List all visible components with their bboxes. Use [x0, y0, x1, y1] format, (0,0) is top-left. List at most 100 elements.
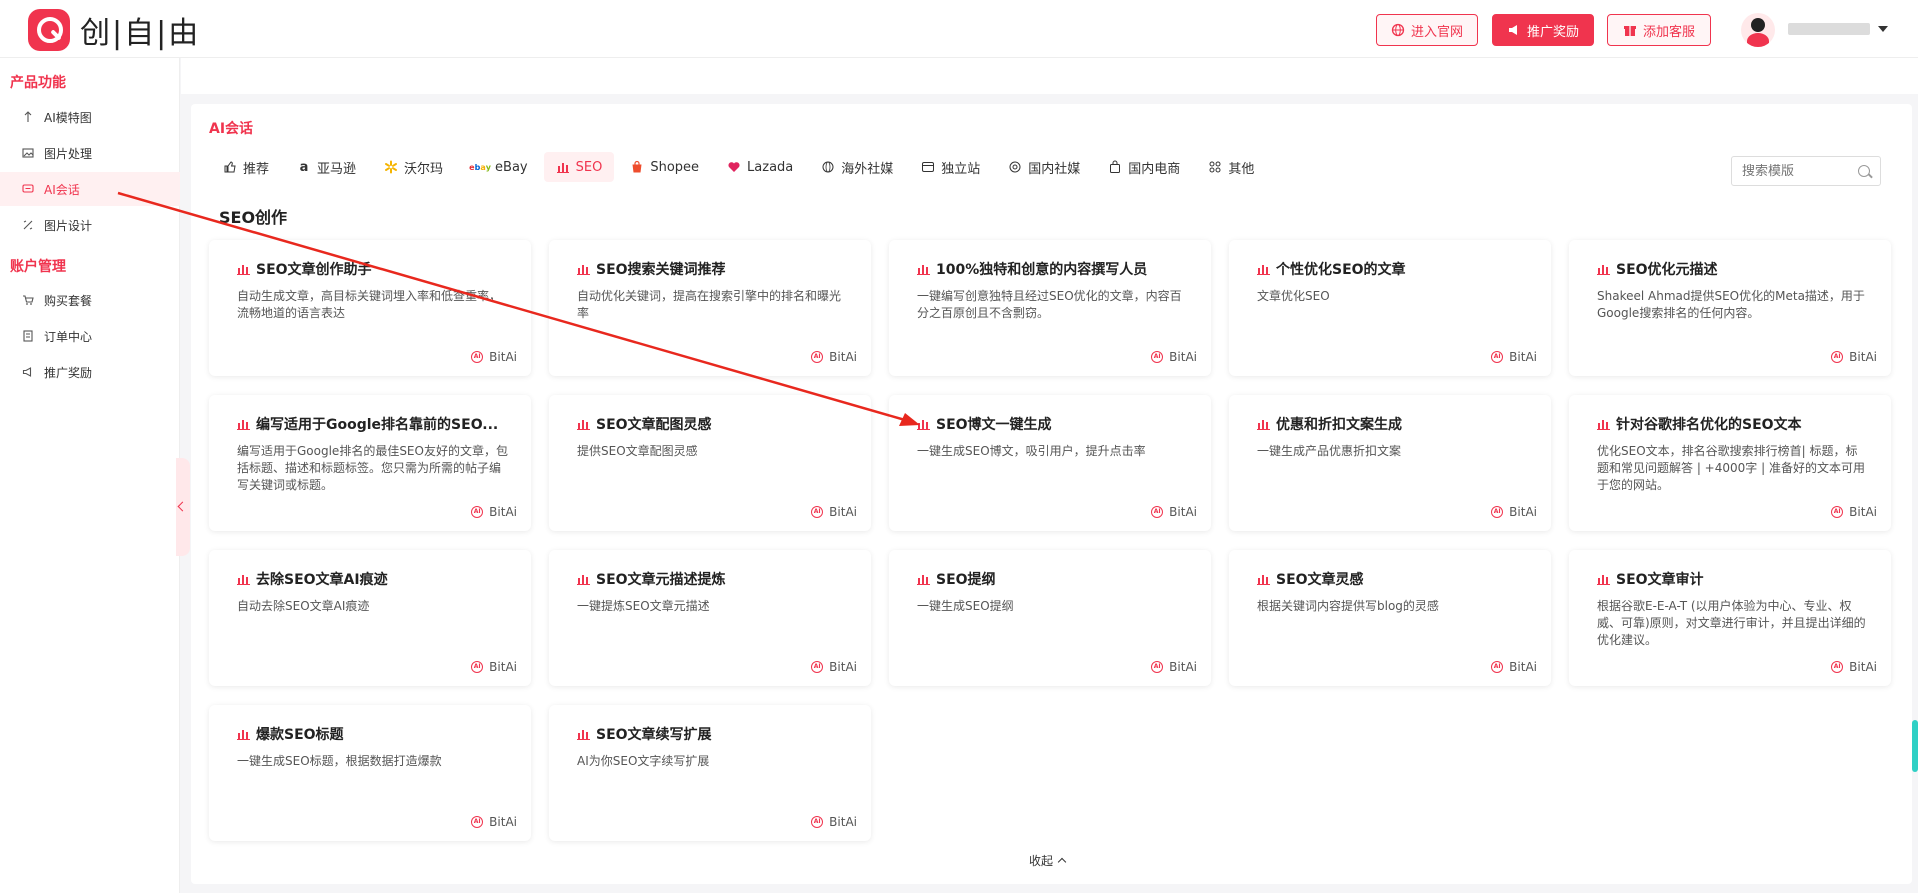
- tab-walmart[interactable]: 沃尔玛: [372, 152, 455, 182]
- tab-label: SEO: [575, 159, 603, 175]
- sidebar-item-ai-chat[interactable]: AI会话: [0, 172, 180, 206]
- card-title-text: SEO文章元描述提炼: [596, 572, 726, 588]
- card-brand: AI BitAi: [471, 505, 517, 519]
- template-card[interactable]: SEO搜索关键词推荐 自动优化关键词，提高在搜索引擎中的排名和曝光率 AI BitAi: [549, 240, 871, 376]
- sidebar-item-buy-plan[interactable]: 购买套餐: [0, 283, 180, 317]
- template-card[interactable]: 编写适用于Google排名靠前的SEO... 编写适用于Google排名的最佳SE…: [209, 395, 531, 531]
- section-title: AI会话: [209, 121, 254, 137]
- tab-seo[interactable]: SEO: [543, 152, 615, 182]
- card-title-text: SEO文章审计: [1616, 572, 1704, 588]
- template-card[interactable]: 优惠和折扣文案生成 一键生成产品优惠折扣文案 AI BitAi: [1229, 395, 1551, 531]
- avatar[interactable]: [1741, 13, 1775, 47]
- visit-website-button[interactable]: 进入官网: [1376, 14, 1478, 46]
- tab-lazada[interactable]: Lazada: [715, 152, 805, 182]
- tab-amazon[interactable]: a 亚马逊: [285, 152, 368, 182]
- sparkle-icon: [24, 111, 32, 122]
- card-title: 100%独特和创意的内容撰写人员: [917, 259, 1207, 279]
- card-title: 编写适用于Google排名靠前的SEO...: [237, 414, 527, 434]
- tab-label: Lazada: [747, 159, 794, 175]
- card-title: SEO搜索关键词推荐: [577, 259, 867, 279]
- card-brand-label: BitAi: [1849, 350, 1877, 364]
- username-redacted[interactable]: [1788, 23, 1870, 35]
- card-title: SEO文章创作助手: [237, 259, 527, 279]
- template-card[interactable]: SEO博文一键生成 一键生成SEO博文，吸引用户，提升点击率 AI BitAi: [889, 395, 1211, 531]
- search-icon[interactable]: [1858, 165, 1870, 177]
- chevron-up-icon: [1057, 857, 1067, 867]
- bar-chart-icon: [1257, 420, 1270, 430]
- sidebar-item-image-design[interactable]: 图片设计: [0, 208, 180, 242]
- promotion-reward-button[interactable]: 推广奖励: [1492, 14, 1594, 46]
- template-card[interactable]: 去除SEO文章AI痕迹 自动去除SEO文章AI痕迹 AI BitAi: [209, 550, 531, 686]
- bar-chart-icon: [1597, 265, 1610, 275]
- template-card[interactable]: SEO文章审计根据谷歌E-E-A-T (以用户体验为中心、专业、权威、可靠)原则…: [1569, 550, 1891, 686]
- template-card[interactable]: SEO文章灵感 根据关键词内容提供写blog的灵感 AI BitAi: [1229, 550, 1551, 686]
- card-title: 针对谷歌排名优化的SEO文本: [1597, 414, 1887, 434]
- ai-badge-icon: AI: [1151, 506, 1164, 518]
- tab-domestic-social[interactable]: 国内社媒: [996, 152, 1092, 182]
- tab-label: 海外社媒: [841, 161, 894, 177]
- sidebar-item-label: AI模特图: [44, 110, 92, 125]
- card-title: SEO优化元描述: [1597, 259, 1887, 279]
- add-support-button[interactable]: 添加客服: [1607, 14, 1711, 46]
- sidebar-group-account: 账户管理: [10, 259, 66, 275]
- sidebar-item-ai-model[interactable]: AI模特图: [0, 100, 180, 134]
- card-brand-label: BitAi: [489, 815, 517, 829]
- amazon-icon: a: [299, 159, 309, 175]
- tab-recommend[interactable]: 推荐: [211, 152, 281, 182]
- logo-text: 创|自|由: [80, 16, 201, 51]
- sidebar-item-label: 购买套餐: [44, 293, 93, 308]
- top-header: 创|自|由 进入官网 推广奖励 添加客服: [0, 0, 1918, 58]
- category-tabs: 推荐 a 亚马逊 沃尔玛 ebay eBay SEO Shopee Lazada: [211, 152, 1270, 182]
- template-card[interactable]: SEO文章创作助手 自动生成文章，高目标关键词埋入率和低查重率，流畅地道的语言表达…: [209, 240, 531, 376]
- collapse-button[interactable]: 收起: [1029, 852, 1067, 869]
- template-card[interactable]: SEO文章续写扩展 AI为你SEO文字续写扩展 AI BitAi: [549, 705, 871, 841]
- template-card[interactable]: SEO文章配图灵感 提供SEO文章配图灵感 AI BitAi: [549, 395, 871, 531]
- tab-independent-site[interactable]: 独立站: [909, 152, 992, 182]
- megaphone-icon: [22, 367, 32, 377]
- bar-chart-icon: [237, 730, 250, 740]
- sidebar-group-product: 产品功能: [10, 75, 66, 91]
- sidebar-item-order-center[interactable]: 订单中心: [0, 319, 180, 353]
- tab-shopee[interactable]: Shopee: [618, 152, 711, 182]
- card-title-text: SEO文章灵感: [1276, 572, 1364, 588]
- thumbs-up-icon: [224, 161, 236, 173]
- tab-domestic-ecommerce[interactable]: 国内电商: [1096, 152, 1192, 182]
- card-description: 根据谷歌E-E-A-T (以用户体验为中心、专业、权威、可靠)原则，对文章进行审…: [1597, 599, 1866, 647]
- template-card[interactable]: SEO优化元描述 Shakeel Ahmad提供SEO优化的Meta描述，用于Go…: [1569, 240, 1891, 376]
- tab-label: eBay: [495, 159, 528, 175]
- template-card[interactable]: SEO文章元描述提炼 一键提炼SEO文章元描述 AI BitAi: [549, 550, 871, 686]
- circle-chat-icon: [1009, 161, 1021, 173]
- card-description: 一键生成产品优惠折扣文案: [1257, 444, 1402, 458]
- sidebar-item-label: AI会话: [44, 182, 80, 197]
- search-input[interactable]: [1742, 163, 1852, 179]
- template-card[interactable]: SEO提纲 一键生成SEO提纲 AI BitAi: [889, 550, 1211, 686]
- card-brand-label: BitAi: [829, 350, 857, 364]
- bar-chart-icon: [1257, 575, 1270, 585]
- bar-chart-icon: [577, 575, 590, 585]
- sidebar-item-label: 图片处理: [44, 146, 93, 161]
- logo[interactable]: 创|自|由: [28, 8, 200, 52]
- ai-badge-icon: AI: [471, 351, 484, 363]
- template-card[interactable]: 个性优化SEO的文章 文章优化SEO AI BitAi: [1229, 240, 1551, 376]
- globe-chat-icon: [822, 161, 834, 173]
- card-brand-label: BitAi: [1169, 350, 1197, 364]
- template-card[interactable]: 100%独特和创意的内容撰写人员 一键编写创意独特且经过SEO优化的文章，内容百分…: [889, 240, 1211, 376]
- bar-chart-icon: [917, 420, 930, 430]
- chevron-down-icon[interactable]: [1878, 26, 1888, 32]
- card-title-text: 编写适用于Google排名靠前的SEO...: [256, 417, 499, 433]
- card-description: 编写适用于Google排名的最佳SEO友好的文章，包括标题、描述和标题标签。您只…: [237, 444, 508, 492]
- card-description: 根据关键词内容提供写blog的灵感: [1257, 599, 1439, 613]
- tab-ebay[interactable]: ebay eBay: [459, 152, 540, 182]
- sidebar-collapse-handle[interactable]: [176, 458, 190, 556]
- tab-other[interactable]: 其他: [1196, 152, 1266, 182]
- card-title-text: SEO文章续写扩展: [596, 727, 712, 743]
- scrollbar-thumb[interactable]: [1912, 720, 1918, 772]
- sidebar-item-promotion[interactable]: 推广奖励: [0, 355, 180, 389]
- ai-badge-icon: AI: [811, 816, 824, 828]
- tab-overseas-social[interactable]: 海外社媒: [809, 152, 905, 182]
- heart-icon: [728, 162, 740, 172]
- template-card[interactable]: 针对谷歌排名优化的SEO文本 优化SEO文本，排名谷歌搜索排行榜首| 标题，标题和…: [1569, 395, 1891, 531]
- sidebar-item-image-process[interactable]: 图片处理: [0, 136, 180, 170]
- template-card[interactable]: 爆款SEO标题 一键生成SEO标题，根据数据打造爆款 AI BitAi: [209, 705, 531, 841]
- card-brand: AI BitAi: [1491, 505, 1537, 519]
